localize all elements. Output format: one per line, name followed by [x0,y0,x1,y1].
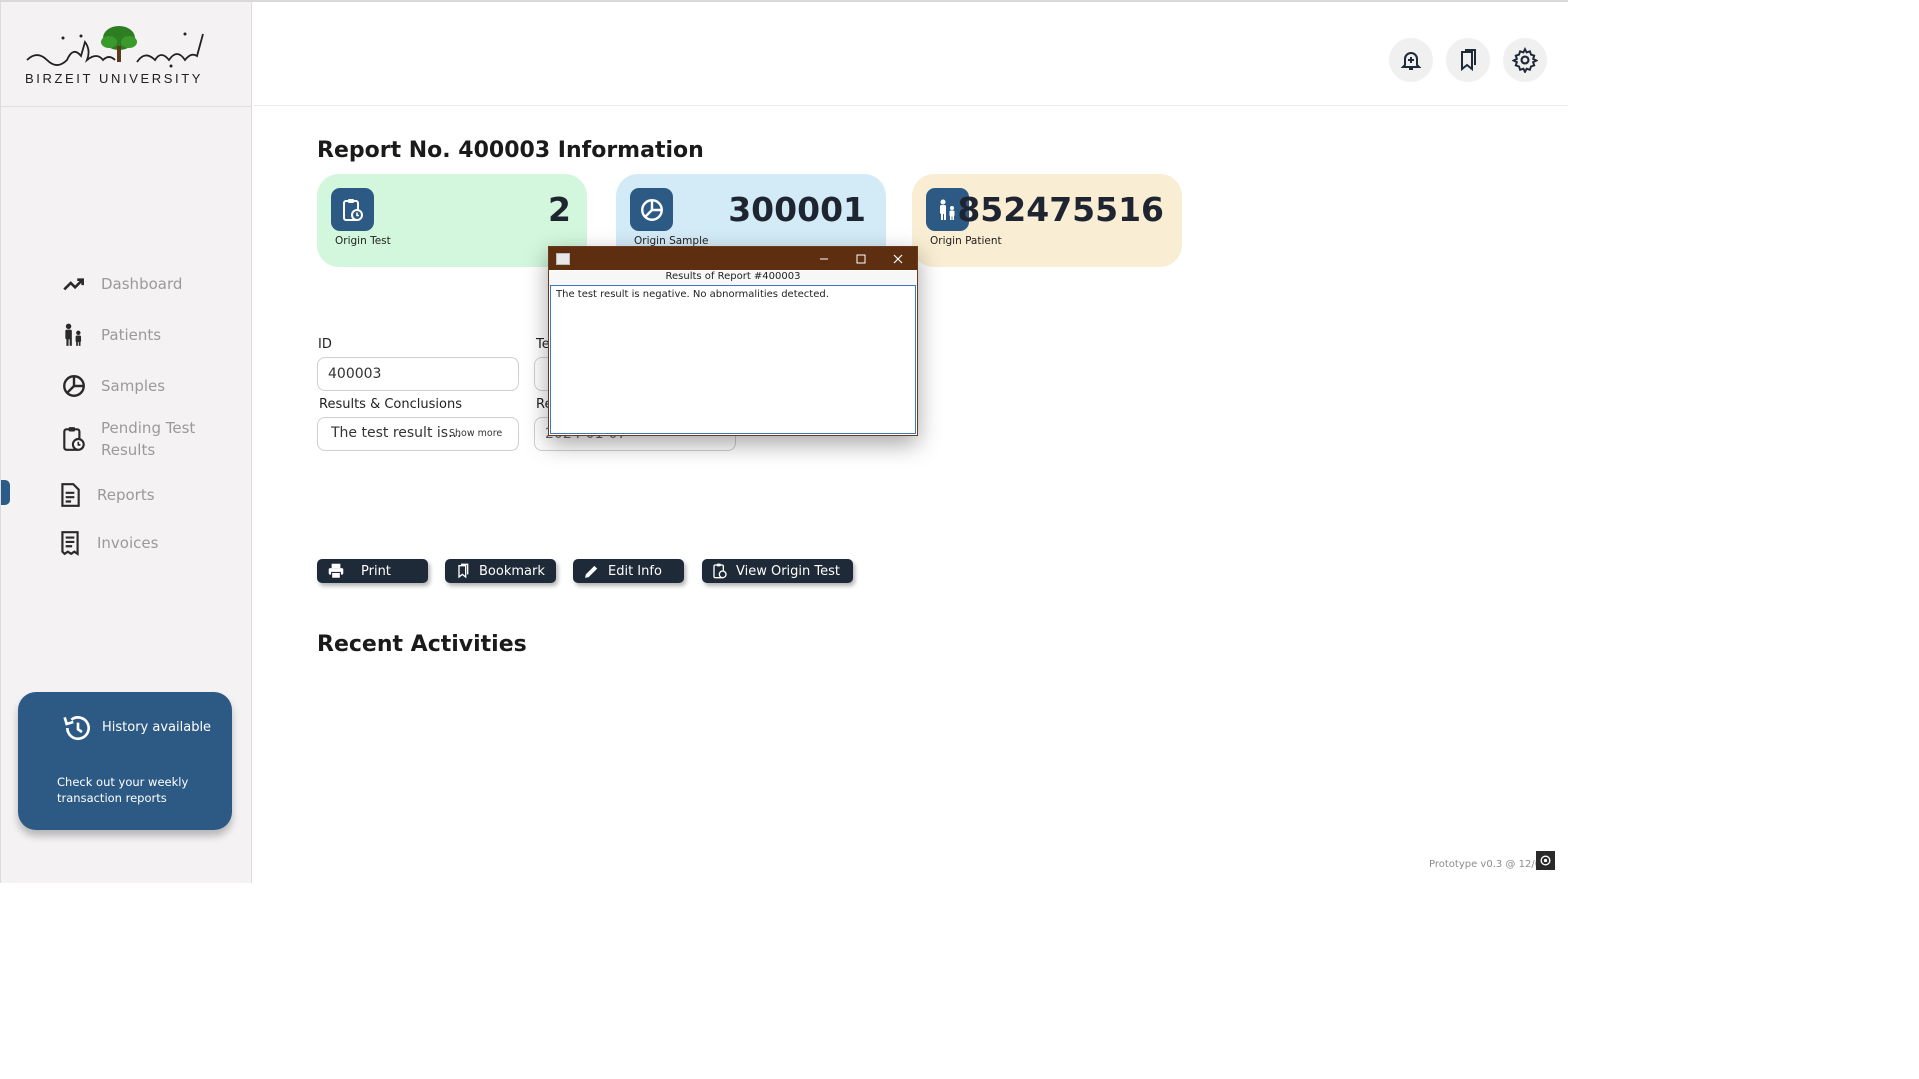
close-icon [893,254,903,263]
sidebar-item-reports[interactable]: Reports [57,482,155,508]
popup-result-text: The test result is negative. No abnormal… [556,289,829,300]
gear-icon [1512,47,1538,73]
popup-heading: Results of Report #400003 [549,271,917,286]
history-description: Check out your weekly transaction report… [57,775,189,805]
show-more-link[interactable]: Show more [449,428,502,439]
clipboard-clock-icon [63,427,85,451]
report-icon [61,483,80,507]
printer-icon [328,563,344,579]
window-app-icon [556,253,570,265]
sidebar-item-samples[interactable]: Samples [61,373,165,399]
origin-patient-label: Origin Patient [930,235,1002,247]
minimize-button[interactable] [815,250,833,267]
notifications-button[interactable] [1389,38,1433,82]
bell-icon [1400,52,1422,70]
sidebar-item-pending-test-results[interactable]: Pending Test Results [61,417,211,461]
bookmark-label: Bookmark [479,563,545,579]
sidebar-item-label: Dashboard [101,275,183,293]
page-title: Report No. 400003 Information [317,138,704,163]
header [254,2,1568,106]
sidebar: BIRZEIT UNIVERSITY Dashboard Patients Sa… [0,2,252,883]
minimize-icon [820,258,828,259]
sidebar-item-label: Pending Test Results [101,419,196,459]
popup-text-area[interactable]: The test result is negative. No abnormal… [550,285,916,434]
origin-patient-value: 852475516 [957,190,1164,229]
bookmark-button[interactable]: Bookmark [445,559,556,583]
samples-icon [630,188,673,231]
sidebar-item-label: Patients [101,326,162,344]
results-value: The test result is... [331,425,462,441]
print-button[interactable]: Print [317,559,428,583]
history-icon [63,716,90,741]
history-title: History available [102,720,212,735]
print-label: Print [361,563,391,579]
target-icon[interactable] [1536,851,1555,870]
active-indicator [1,480,10,505]
origin-test-card[interactable]: 2 Origin Test [317,174,587,267]
origin-test-label: Origin Test [335,235,391,247]
view-origin-test-label: View Origin Test [736,563,841,579]
university-logo-icon [26,26,204,68]
close-button[interactable] [889,250,907,267]
logo-text: BIRZEIT UNIVERSITY [25,71,204,86]
sidebar-item-label: Invoices [97,534,159,552]
origin-test-value: 2 [548,190,571,229]
results-field[interactable]: The test result is... Show more [317,417,519,451]
trending-up-icon [63,278,84,291]
results-label: Results & Conclusions [319,397,462,412]
maximize-button[interactable] [852,250,870,267]
id-value: 400003 [328,366,382,382]
id-field[interactable]: 400003 [317,357,519,391]
sidebar-item-invoices[interactable]: Invoices [57,530,158,556]
patients-icon [65,323,82,346]
bookmark-icon [458,563,469,579]
origin-sample-value: 300001 [728,190,866,229]
sidebar-item-patients[interactable]: Patients [61,322,161,348]
edit-info-label: Edit Info [608,563,662,579]
sidebar-item-label: Samples [101,377,166,395]
invoice-icon [61,531,79,556]
samples-icon [63,375,85,397]
clipboard-clock-icon [713,563,727,579]
popup-titlebar[interactable] [549,247,917,270]
bookmark-icon [1461,49,1476,72]
maximize-icon [856,254,866,263]
recent-activities-title: Recent Activities [317,632,527,657]
edit-info-button[interactable]: Edit Info [573,559,684,583]
view-origin-test-button[interactable]: View Origin Test [702,559,853,583]
history-card[interactable]: History available Check out your weekly … [18,692,232,830]
bookmarks-button[interactable] [1446,38,1490,82]
results-popup-window[interactable]: Results of Report #400003 The test resul… [548,246,918,436]
logo[interactable]: BIRZEIT UNIVERSITY [1,2,251,107]
footer-text: Prototype v0.3 @ 12/05/ [1429,859,1551,870]
id-label: ID [318,337,332,352]
origin-patient-card[interactable]: 852475516 Origin Patient [912,174,1182,267]
sidebar-item-dashboard[interactable]: Dashboard [61,271,182,297]
clipboard-clock-icon [331,188,374,231]
pencil-icon [585,565,598,578]
sidebar-item-label: Reports [97,486,155,504]
settings-button[interactable] [1503,38,1547,82]
